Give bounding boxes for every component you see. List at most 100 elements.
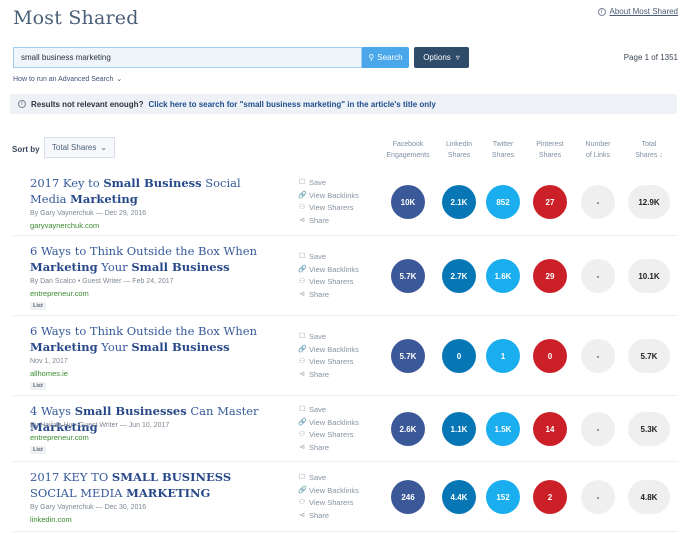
article-domain-link[interactable]: garyvaynerchuk.com <box>30 221 99 230</box>
triangle-down-icon: ▿ <box>455 53 460 62</box>
title-only-search-link[interactable]: Click here to search for "small business… <box>148 100 435 109</box>
article-title-link[interactable]: 2017 Key to Small Business Social Media … <box>30 175 280 207</box>
user-icon: ⚇ <box>298 499 306 506</box>
total-count-badge[interactable]: 4.8K <box>628 480 670 514</box>
share-button[interactable]: ⊲ Share <box>298 289 359 302</box>
total-count-badge[interactable]: 12.9K <box>628 185 670 219</box>
view-sharers-link[interactable]: ⚇ View Sharers <box>298 356 359 369</box>
link-icon: 🔗 <box>298 191 307 199</box>
total-count-badge[interactable]: 10.1K <box>628 259 670 293</box>
linkedin-count-badge[interactable]: 0 <box>442 339 476 373</box>
share-button[interactable]: ⊲ Share <box>298 369 359 382</box>
link-icon: 🔗 <box>298 418 307 426</box>
action-label: View Backlinks <box>309 485 359 495</box>
pinterest-count-badge[interactable]: 0 <box>533 339 567 373</box>
share-button[interactable]: ⊲ Share <box>298 215 359 228</box>
article-title-link[interactable]: 6 Ways to Think Outside the Box When Mar… <box>30 323 280 355</box>
action-label: Save <box>309 332 327 341</box>
article-title-link[interactable]: 4 Ways Small Businesses Can Master Marke… <box>30 403 280 435</box>
links-count-badge[interactable]: - <box>581 339 615 373</box>
column-header-facebook[interactable]: Facebook Engagements <box>380 139 436 161</box>
linkedin-count-badge[interactable]: 1.1K <box>442 412 476 446</box>
facebook-count-badge[interactable]: 246 <box>391 480 425 514</box>
article-domain-link[interactable]: linkedin.com <box>30 515 72 524</box>
facebook-count-badge[interactable]: 10K <box>391 185 425 219</box>
options-button[interactable]: Options ▿ <box>414 47 469 68</box>
twitter-count-badge[interactable]: 1.5K <box>486 412 520 446</box>
share-button[interactable]: ⊲ Share <box>298 510 359 523</box>
search-input[interactable] <box>13 47 362 68</box>
links-count-badge[interactable]: - <box>581 480 615 514</box>
article-meta: By Haijian Hu • Guest Writer — Jun 10, 2… <box>30 422 170 429</box>
view-backlinks-link[interactable]: 🔗 View Backlinks <box>298 264 359 277</box>
total-count-badge[interactable]: 5.7K <box>628 339 670 373</box>
action-label: Share <box>309 442 330 452</box>
save-button[interactable]: ☐ Save <box>298 251 359 264</box>
about-most-shared-link[interactable]: i About Most Shared <box>597 7 678 16</box>
save-button[interactable]: ☐ Save <box>298 472 359 485</box>
twitter-count-badge[interactable]: 852 <box>486 185 520 219</box>
total-count-badge[interactable]: 5.3K <box>628 412 670 446</box>
share-icon: ⊲ <box>299 370 305 378</box>
view-backlinks-link[interactable]: 🔗 View Backlinks <box>298 190 359 203</box>
relevance-notice: i Results not relevant enough? Click her… <box>10 94 677 114</box>
links-count-badge[interactable]: - <box>581 259 615 293</box>
view-sharers-link[interactable]: ⚇ View Sharers <box>298 429 359 442</box>
article-domain-link[interactable]: entrepreneur.com <box>30 289 89 298</box>
search-bar: ⚲ Search Options ▿ <box>13 47 469 68</box>
action-label: View Backlinks <box>309 344 359 354</box>
column-header-links[interactable]: Number of Links <box>570 139 626 161</box>
user-icon: ⚇ <box>298 431 306 438</box>
action-label: Save <box>309 473 327 482</box>
article-domain-link[interactable]: entrepreneur.com <box>30 433 89 442</box>
facebook-count-badge[interactable]: 5.7K <box>391 259 425 293</box>
article-actions: ☐ Save 🔗 View Backlinks ⚇ View Sharers ⊲ Share <box>298 251 359 301</box>
view-sharers-link[interactable]: ⚇ View Sharers <box>298 497 359 510</box>
action-label: Share <box>309 369 330 379</box>
view-sharers-link[interactable]: ⚇ View Sharers <box>298 276 359 289</box>
link-icon: 🔗 <box>298 345 307 353</box>
pinterest-count-badge[interactable]: 2 <box>533 480 567 514</box>
view-backlinks-link[interactable]: 🔗 View Backlinks <box>298 485 359 498</box>
article-actions: ☐ Save 🔗 View Backlinks ⚇ View Sharers ⊲ Share <box>298 177 359 227</box>
facebook-count-badge[interactable]: 2.6K <box>391 412 425 446</box>
search-icon: ⚲ <box>368 53 375 62</box>
view-backlinks-link[interactable]: 🔗 View Backlinks <box>298 417 359 430</box>
link-icon: 🔗 <box>298 486 307 494</box>
column-header-line: Engagements <box>386 152 430 159</box>
column-header-total[interactable]: Total Shares ↓ <box>621 139 677 161</box>
article-title-link[interactable]: 2017 KEY TO SMALL BUSINESS SOCIAL MEDIA … <box>30 469 280 501</box>
view-backlinks-link[interactable]: 🔗 View Backlinks <box>298 344 359 357</box>
twitter-count-badge[interactable]: 1.6K <box>486 259 520 293</box>
action-label: Save <box>309 405 327 414</box>
linkedin-count-badge[interactable]: 4.4K <box>442 480 476 514</box>
search-button-label: Search <box>377 53 403 62</box>
share-icon: ⊲ <box>299 216 305 224</box>
search-button[interactable]: ⚲ Search <box>362 47 409 68</box>
advanced-search-toggle[interactable]: How to run an Advanced Search ⌄ <box>13 75 122 84</box>
article-meta: By Dan Scalco • Guest Writer — Feb 24, 2… <box>30 278 174 285</box>
sort-dropdown[interactable]: Total Shares ⌄ <box>44 137 115 158</box>
user-icon: ⚇ <box>298 278 306 285</box>
save-button[interactable]: ☐ Save <box>298 331 359 344</box>
pinterest-count-badge[interactable]: 27 <box>533 185 567 219</box>
share-button[interactable]: ⊲ Share <box>298 442 359 455</box>
linkedin-count-badge[interactable]: 2.7K <box>442 259 476 293</box>
links-count-badge[interactable]: - <box>581 412 615 446</box>
article-domain-link[interactable]: allhomes.ie <box>30 369 68 378</box>
twitter-count-badge[interactable]: 1 <box>486 339 520 373</box>
twitter-count-badge[interactable]: 152 <box>486 480 520 514</box>
info-icon: i <box>18 100 26 108</box>
pinterest-count-badge[interactable]: 29 <box>533 259 567 293</box>
save-button[interactable]: ☐ Save <box>298 404 359 417</box>
save-button[interactable]: ☐ Save <box>298 177 359 190</box>
links-count-badge[interactable]: - <box>581 185 615 219</box>
article-meta: By Gary Vaynerchuk — Dec 29, 2016 <box>30 210 147 217</box>
linkedin-count-badge[interactable]: 2.1K <box>442 185 476 219</box>
pinterest-count-badge[interactable]: 14 <box>533 412 567 446</box>
view-sharers-link[interactable]: ⚇ View Sharers <box>298 202 359 215</box>
user-icon: ⚇ <box>298 358 306 365</box>
article-actions: ☐ Save 🔗 View Backlinks ⚇ View Sharers ⊲ Share <box>298 331 359 381</box>
facebook-count-badge[interactable]: 5.7K <box>391 339 425 373</box>
article-title-link[interactable]: 6 Ways to Think Outside the Box When Mar… <box>30 243 280 275</box>
